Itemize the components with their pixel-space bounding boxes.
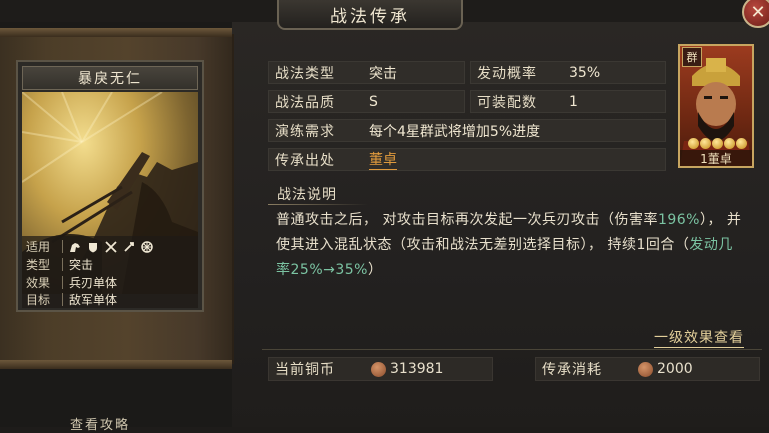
faction-badge: 群 — [682, 47, 702, 67]
general-portrait[interactable]: 群 1董卓 — [678, 44, 754, 168]
info-row-target: 目标 敌军单体 — [26, 293, 118, 307]
shield-icon — [89, 242, 97, 252]
cavalry-icon — [70, 242, 80, 252]
info-row-effect: 效果 兵刃单体 — [26, 276, 118, 290]
info-row-applicable: 适用 — [22, 238, 198, 255]
general-name: 1董卓 — [680, 150, 752, 166]
window-title: 战法传承 — [330, 6, 410, 27]
description-underline — [268, 204, 368, 205]
view-guide-link[interactable]: 查看攻略 — [70, 414, 130, 433]
crossed-swords-icon — [105, 240, 117, 253]
spear-icon — [124, 241, 134, 252]
attr-training-requirement: 演练需求 每个4星群武将增加5%进度 — [268, 119, 666, 142]
star-rating — [688, 138, 747, 149]
footer-divider — [262, 349, 762, 350]
description-title: 战法说明 — [277, 187, 337, 203]
attr-skill-type: 战法类型 突击 — [268, 61, 465, 84]
copper-coin-icon — [371, 361, 386, 377]
window-title-banner: 战法传承 — [277, 0, 463, 30]
star-icon — [736, 138, 747, 149]
star-icon — [700, 138, 711, 149]
info-row-type: 类型 突击 — [26, 258, 94, 272]
inherit-cost: 传承消耗 2000 — [535, 357, 760, 381]
source-general-link[interactable]: 董卓 — [369, 149, 397, 170]
attr-trigger-rate: 发动概率 35% — [470, 61, 666, 84]
skill-name: 暴戾无仁 — [22, 66, 198, 90]
crossbow-wheel-icon — [141, 240, 153, 253]
scroll-rod-top — [0, 28, 232, 37]
star-icon — [688, 138, 699, 149]
current-copper: 当前铜币 313981 — [268, 357, 493, 381]
scroll-rod-bottom — [0, 360, 232, 369]
copper-coin-icon — [638, 361, 653, 377]
skill-card: 暴戾无仁 适用 类型 突击 效果 兵刃单体 目标 敌军单体 — [16, 60, 204, 312]
attr-equip-count: 可装配数 1 — [470, 90, 666, 113]
star-icon — [724, 138, 735, 149]
skill-description: 普通攻击之后， 对攻击目标再次发起一次兵刃攻击（伤害率196%）， 并使其进入混… — [276, 212, 742, 278]
star-icon — [712, 138, 723, 149]
attr-source: 传承出处 董卓 — [268, 148, 666, 171]
attr-skill-quality: 战法品质 S — [268, 90, 465, 113]
view-level-effect-link[interactable]: 一级效果查看 — [654, 327, 744, 348]
skill-info-panel: 适用 类型 突击 效果 兵刃单体 目标 敌军单体 — [22, 236, 198, 308]
